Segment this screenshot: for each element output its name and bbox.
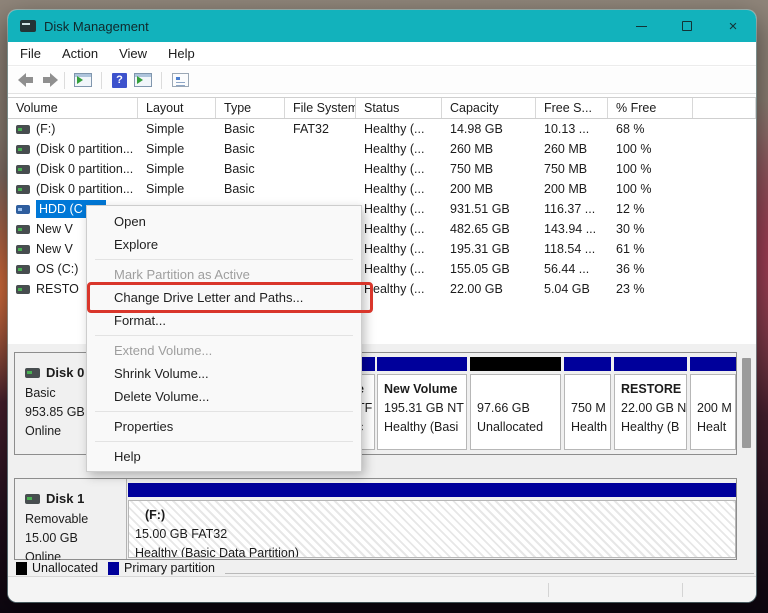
disk1-label-panel[interactable]: Disk 1 Removable 15.00 GB Online xyxy=(15,479,127,564)
volume-icon xyxy=(16,144,30,154)
volume-name: RESTO xyxy=(36,282,79,296)
volume-icon xyxy=(16,224,30,234)
volume-icon xyxy=(16,164,30,174)
scrollbar-thumb[interactable] xyxy=(742,358,751,448)
menu-item-explore[interactable]: Explore xyxy=(87,233,361,256)
maximize-button[interactable] xyxy=(664,10,710,42)
menu-action[interactable]: Action xyxy=(53,46,107,61)
volume-icon xyxy=(16,184,30,194)
disk-drive-icon xyxy=(20,20,36,32)
volume-name: (Disk 0 partition... xyxy=(36,142,134,156)
list-header: Volume Layout Type File System Status Ca… xyxy=(8,97,756,119)
menu-item-extend-volume: Extend Volume... xyxy=(114,343,213,358)
properties-icon[interactable] xyxy=(172,73,189,87)
menu-view[interactable]: View xyxy=(110,46,156,61)
menu-separator xyxy=(95,411,353,412)
toolbar-separator xyxy=(161,71,162,89)
minimize-button[interactable] xyxy=(618,10,664,42)
disk1-name: Disk 1 xyxy=(46,491,85,506)
menu-separator xyxy=(95,441,353,442)
menu-separator xyxy=(95,335,353,336)
menu-item-delete-volume[interactable]: Delete Volume... xyxy=(87,385,361,408)
menu-bar: File Action View Help xyxy=(8,42,756,66)
column-header-blank xyxy=(693,98,756,118)
console-tree-icon[interactable] xyxy=(74,73,92,87)
volume-name: New V xyxy=(36,222,73,236)
column-header-pct-free[interactable]: % Free xyxy=(608,98,693,118)
volume-row[interactable]: (Disk 0 partition... Simple Basic Health… xyxy=(8,159,756,179)
volume-name: (F:) xyxy=(36,122,56,136)
disk0-name: Disk 0 xyxy=(46,365,85,380)
volume-name: New V xyxy=(36,242,73,256)
toolbar: ? xyxy=(8,67,756,94)
column-header-filesystem[interactable]: File System xyxy=(285,98,356,118)
toolbar-separator xyxy=(64,71,65,89)
disk1-size: 15.00 GB xyxy=(25,531,78,545)
close-icon: × xyxy=(728,17,738,35)
partition-200mb[interactable]: 200 M Healt xyxy=(690,357,736,450)
title-bar: Disk Management × xyxy=(8,10,756,42)
legend-rule xyxy=(225,572,754,574)
volume-row[interactable]: (Disk 0 partition... Simple Basic Health… xyxy=(8,139,756,159)
menu-separator xyxy=(95,259,353,260)
disk-management-window: Disk Management × File Action View Help … xyxy=(8,10,756,602)
menu-item-open[interactable]: Open xyxy=(87,210,361,233)
disk-icon xyxy=(25,493,40,504)
context-menu: Open Explore Mark Partition as Active Ch… xyxy=(86,205,362,472)
partition-unallocated[interactable]: 97.66 GB Unallocated xyxy=(470,357,561,450)
primary-partition-swatch xyxy=(108,561,120,575)
window-title: Disk Management xyxy=(44,18,149,34)
volume-row[interactable]: (F:) Simple Basic FAT32 Healthy (... 14.… xyxy=(8,119,756,139)
volume-icon xyxy=(16,264,30,274)
volume-icon xyxy=(16,124,30,134)
volume-name: (Disk 0 partition... xyxy=(36,182,134,196)
desktop-background: Disk Management × File Action View Help … xyxy=(0,0,768,613)
column-header-layout[interactable]: Layout xyxy=(138,98,216,118)
partition-restore[interactable]: RESTORE 22.00 GB N Healthy (B xyxy=(614,357,687,450)
partition-new-volume[interactable]: New Volume 195.31 GB NT Healthy (Basi xyxy=(377,357,467,450)
legend-primary-partition: Primary partition xyxy=(108,561,215,575)
column-header-type[interactable]: Type xyxy=(216,98,285,118)
disk-icon xyxy=(25,367,40,378)
close-button[interactable]: × xyxy=(710,10,756,42)
toolbar-separator xyxy=(101,71,102,89)
action-window-icon[interactable] xyxy=(134,73,152,87)
volume-name: (Disk 0 partition... xyxy=(36,162,134,176)
volume-row[interactable]: (Disk 0 partition... Simple Basic Health… xyxy=(8,179,756,199)
legend: Unallocated Primary partition xyxy=(8,560,756,576)
disk1-type: Removable xyxy=(25,512,89,526)
unallocated-swatch xyxy=(16,561,27,575)
menu-item-properties[interactable]: Properties xyxy=(87,415,361,438)
partition-750mb[interactable]: 750 M Health xyxy=(564,357,611,450)
column-header-capacity[interactable]: Capacity xyxy=(442,98,536,118)
legend-unallocated: Unallocated xyxy=(16,561,98,575)
minimize-icon xyxy=(635,25,647,27)
vertical-scrollbar[interactable] xyxy=(741,346,752,574)
menu-item-shrink-volume[interactable]: Shrink Volume... xyxy=(87,362,361,385)
status-bar xyxy=(8,576,756,602)
help-icon[interactable]: ? xyxy=(112,72,127,88)
forward-arrow-icon[interactable] xyxy=(43,73,58,87)
menu-item-help[interactable]: Help xyxy=(87,445,361,468)
column-header-status[interactable]: Status xyxy=(356,98,442,118)
back-arrow-icon[interactable] xyxy=(18,73,33,87)
column-header-free-space[interactable]: Free S... xyxy=(536,98,608,118)
volume-icon xyxy=(16,204,30,214)
volume-icon xyxy=(16,244,30,254)
volume-icon xyxy=(16,284,30,294)
partition-f-drive[interactable]: (F:) 15.00 GB FAT32 Healthy (Basic Data … xyxy=(128,483,736,558)
maximize-icon xyxy=(682,21,692,31)
red-highlight-annotation xyxy=(87,282,373,313)
column-header-volume[interactable]: Volume xyxy=(8,98,138,118)
menu-file[interactable]: File xyxy=(11,46,50,61)
volume-name: OS (C:) xyxy=(36,262,79,276)
menu-help[interactable]: Help xyxy=(159,46,204,61)
